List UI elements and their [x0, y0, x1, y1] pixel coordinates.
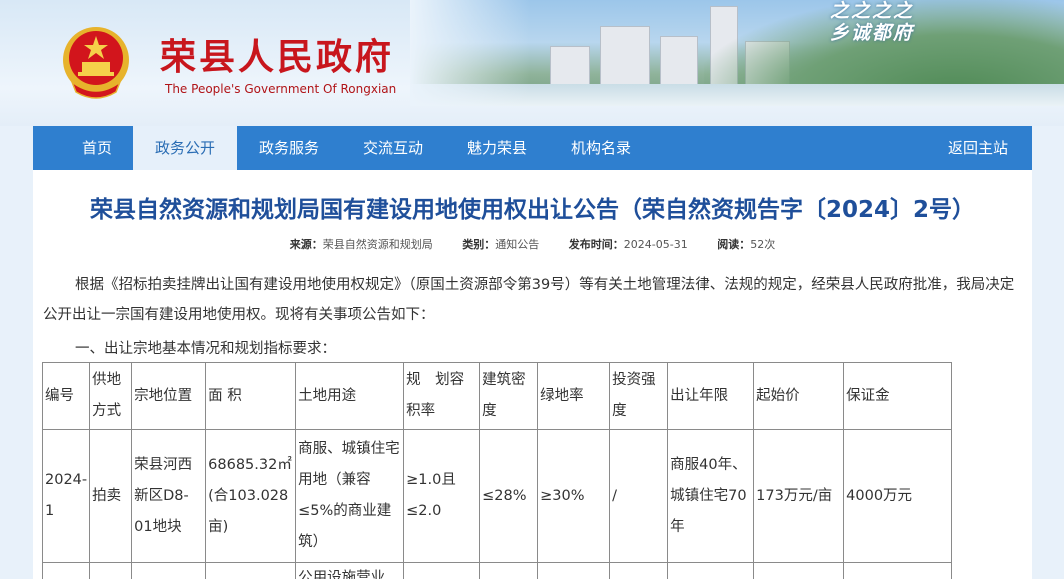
nav-item-interaction[interactable]: 交流互动 — [343, 126, 443, 170]
header-scenery-image: 之之之之 乡诚都府 — [410, 0, 1064, 106]
table-cell — [131, 562, 207, 579]
table-row: 2024-1 拍卖 荣县河西新区D8-01地块 68685.32㎡(合103.0… — [41, 429, 953, 563]
table-cell: ≥30% — [537, 429, 611, 563]
table-cell: 公用设施营业 — [295, 562, 405, 579]
table-header-cell: 编号 — [41, 362, 91, 430]
table-cell: / — [609, 429, 669, 563]
land-info-table: 编号 供地方式 宗地位置 面 积 土地用途 规 划容积率 建筑密度 绿地率 投资… — [41, 362, 953, 579]
table-header-cell: 出让年限 — [667, 362, 755, 430]
category-value: 通知公告 — [495, 238, 540, 251]
national-emblem-icon — [63, 27, 129, 99]
table-cell — [479, 562, 539, 579]
site-header: 之之之之 乡诚都府 荣县人民政府 The People's Government… — [0, 0, 1064, 126]
reads-value: 52次 — [750, 238, 776, 251]
building-shape — [550, 46, 590, 86]
table-cell: 2024-1 — [41, 429, 91, 563]
nav-item-government-affairs[interactable]: 政务公开 — [133, 126, 237, 170]
header-slogan: 之之之之 乡诚都府 — [830, 0, 914, 44]
scenery-fade — [410, 0, 530, 106]
table-cell — [753, 562, 845, 579]
slogan-line-1: 之之之之 — [829, 0, 914, 22]
table-header-cell: 供地方式 — [89, 362, 133, 430]
table-cell: 4000万元 — [843, 429, 953, 563]
table-cell — [89, 562, 133, 579]
table-header-row: 编号 供地方式 宗地位置 面 积 土地用途 规 划容积率 建筑密度 绿地率 投资… — [41, 362, 953, 430]
article-content: 荣县自然资源和规划局国有建设用地使用权出让公告（荣自然资规告字〔2024〕2号）… — [33, 170, 1032, 579]
source-label: 来源： — [289, 238, 323, 251]
table-header-cell: 土地用途 — [295, 362, 405, 430]
table-header-cell: 投资强度 — [609, 362, 669, 430]
table-cell: 拍卖 — [89, 429, 133, 563]
table-header-cell: 宗地位置 — [131, 362, 207, 430]
table-cell: 商服40年、城镇住宅70年 — [667, 429, 755, 563]
table-row: 公用设施营业 — [41, 562, 953, 579]
date-label: 发布时间： — [568, 238, 624, 251]
table-cell — [537, 562, 611, 579]
table-cell — [205, 562, 297, 579]
table-cell — [41, 562, 91, 579]
table-header-cell: 起始价 — [753, 362, 845, 430]
nav-item-charm[interactable]: 魅力荣县 — [447, 126, 547, 170]
site-subtitle: The People's Government Of Rongxian — [165, 82, 397, 96]
table-header-cell: 保证金 — [843, 362, 953, 430]
table-cell — [403, 562, 481, 579]
table-header-cell: 规 划容积率 — [403, 362, 481, 430]
article-title: 荣县自然资源和规划局国有建设用地使用权出让公告（荣自然资规告字〔2024〕2号） — [89, 197, 976, 223]
table-header-cell: 面 积 — [205, 362, 297, 430]
table-cell — [667, 562, 755, 579]
date-value: 2024-05-31 — [623, 238, 688, 251]
table-cell: 荣县河西新区D8-01地块 — [131, 429, 207, 563]
table-cell — [609, 562, 669, 579]
table-cell: 商服、城镇住宅用地（兼容≤5%的商业建筑） — [295, 429, 405, 563]
main-nav: 首页 政务公开 政务服务 交流互动 魅力荣县 机构名录 返回主站 — [33, 126, 1032, 170]
article-section-heading: 一、出让宗地基本情况和规划指标要求： — [75, 341, 336, 357]
table-cell: 68685.32㎡(合103.028亩) — [205, 429, 297, 563]
building-shape — [660, 36, 698, 86]
category-label: 类别： — [462, 238, 496, 251]
table-cell: 173万元/亩 — [753, 429, 845, 563]
table-header-cell: 绿地率 — [537, 362, 611, 430]
table-cell: ≥1.0且≤2.0 — [403, 429, 481, 563]
nav-item-home[interactable]: 首页 — [63, 126, 131, 170]
nav-item-directory[interactable]: 机构名录 — [551, 126, 651, 170]
slogan-line-2: 乡诚都府 — [829, 22, 914, 44]
source-value: 荣县自然资源和规划局 — [322, 238, 433, 251]
site-title: 荣县人民政府 — [160, 36, 395, 78]
article-meta: 来源：荣县自然资源和规划局 类别：通知公告 发布时间：2024-05-31 阅读… — [33, 236, 1032, 252]
reads-label: 阅读： — [717, 238, 751, 251]
table-header-cell: 建筑密度 — [479, 362, 539, 430]
building-shape — [600, 26, 650, 86]
table-cell — [843, 562, 953, 579]
back-to-main-link[interactable]: 返回主站 — [933, 126, 1023, 170]
nav-item-services[interactable]: 政务服务 — [239, 126, 339, 170]
table-cell: ≤28% — [479, 429, 539, 563]
article-paragraph: 根据《招标拍卖挂牌出让国有建设用地使用权规定》（原国土资源部令第39号）等有关土… — [43, 277, 1015, 323]
